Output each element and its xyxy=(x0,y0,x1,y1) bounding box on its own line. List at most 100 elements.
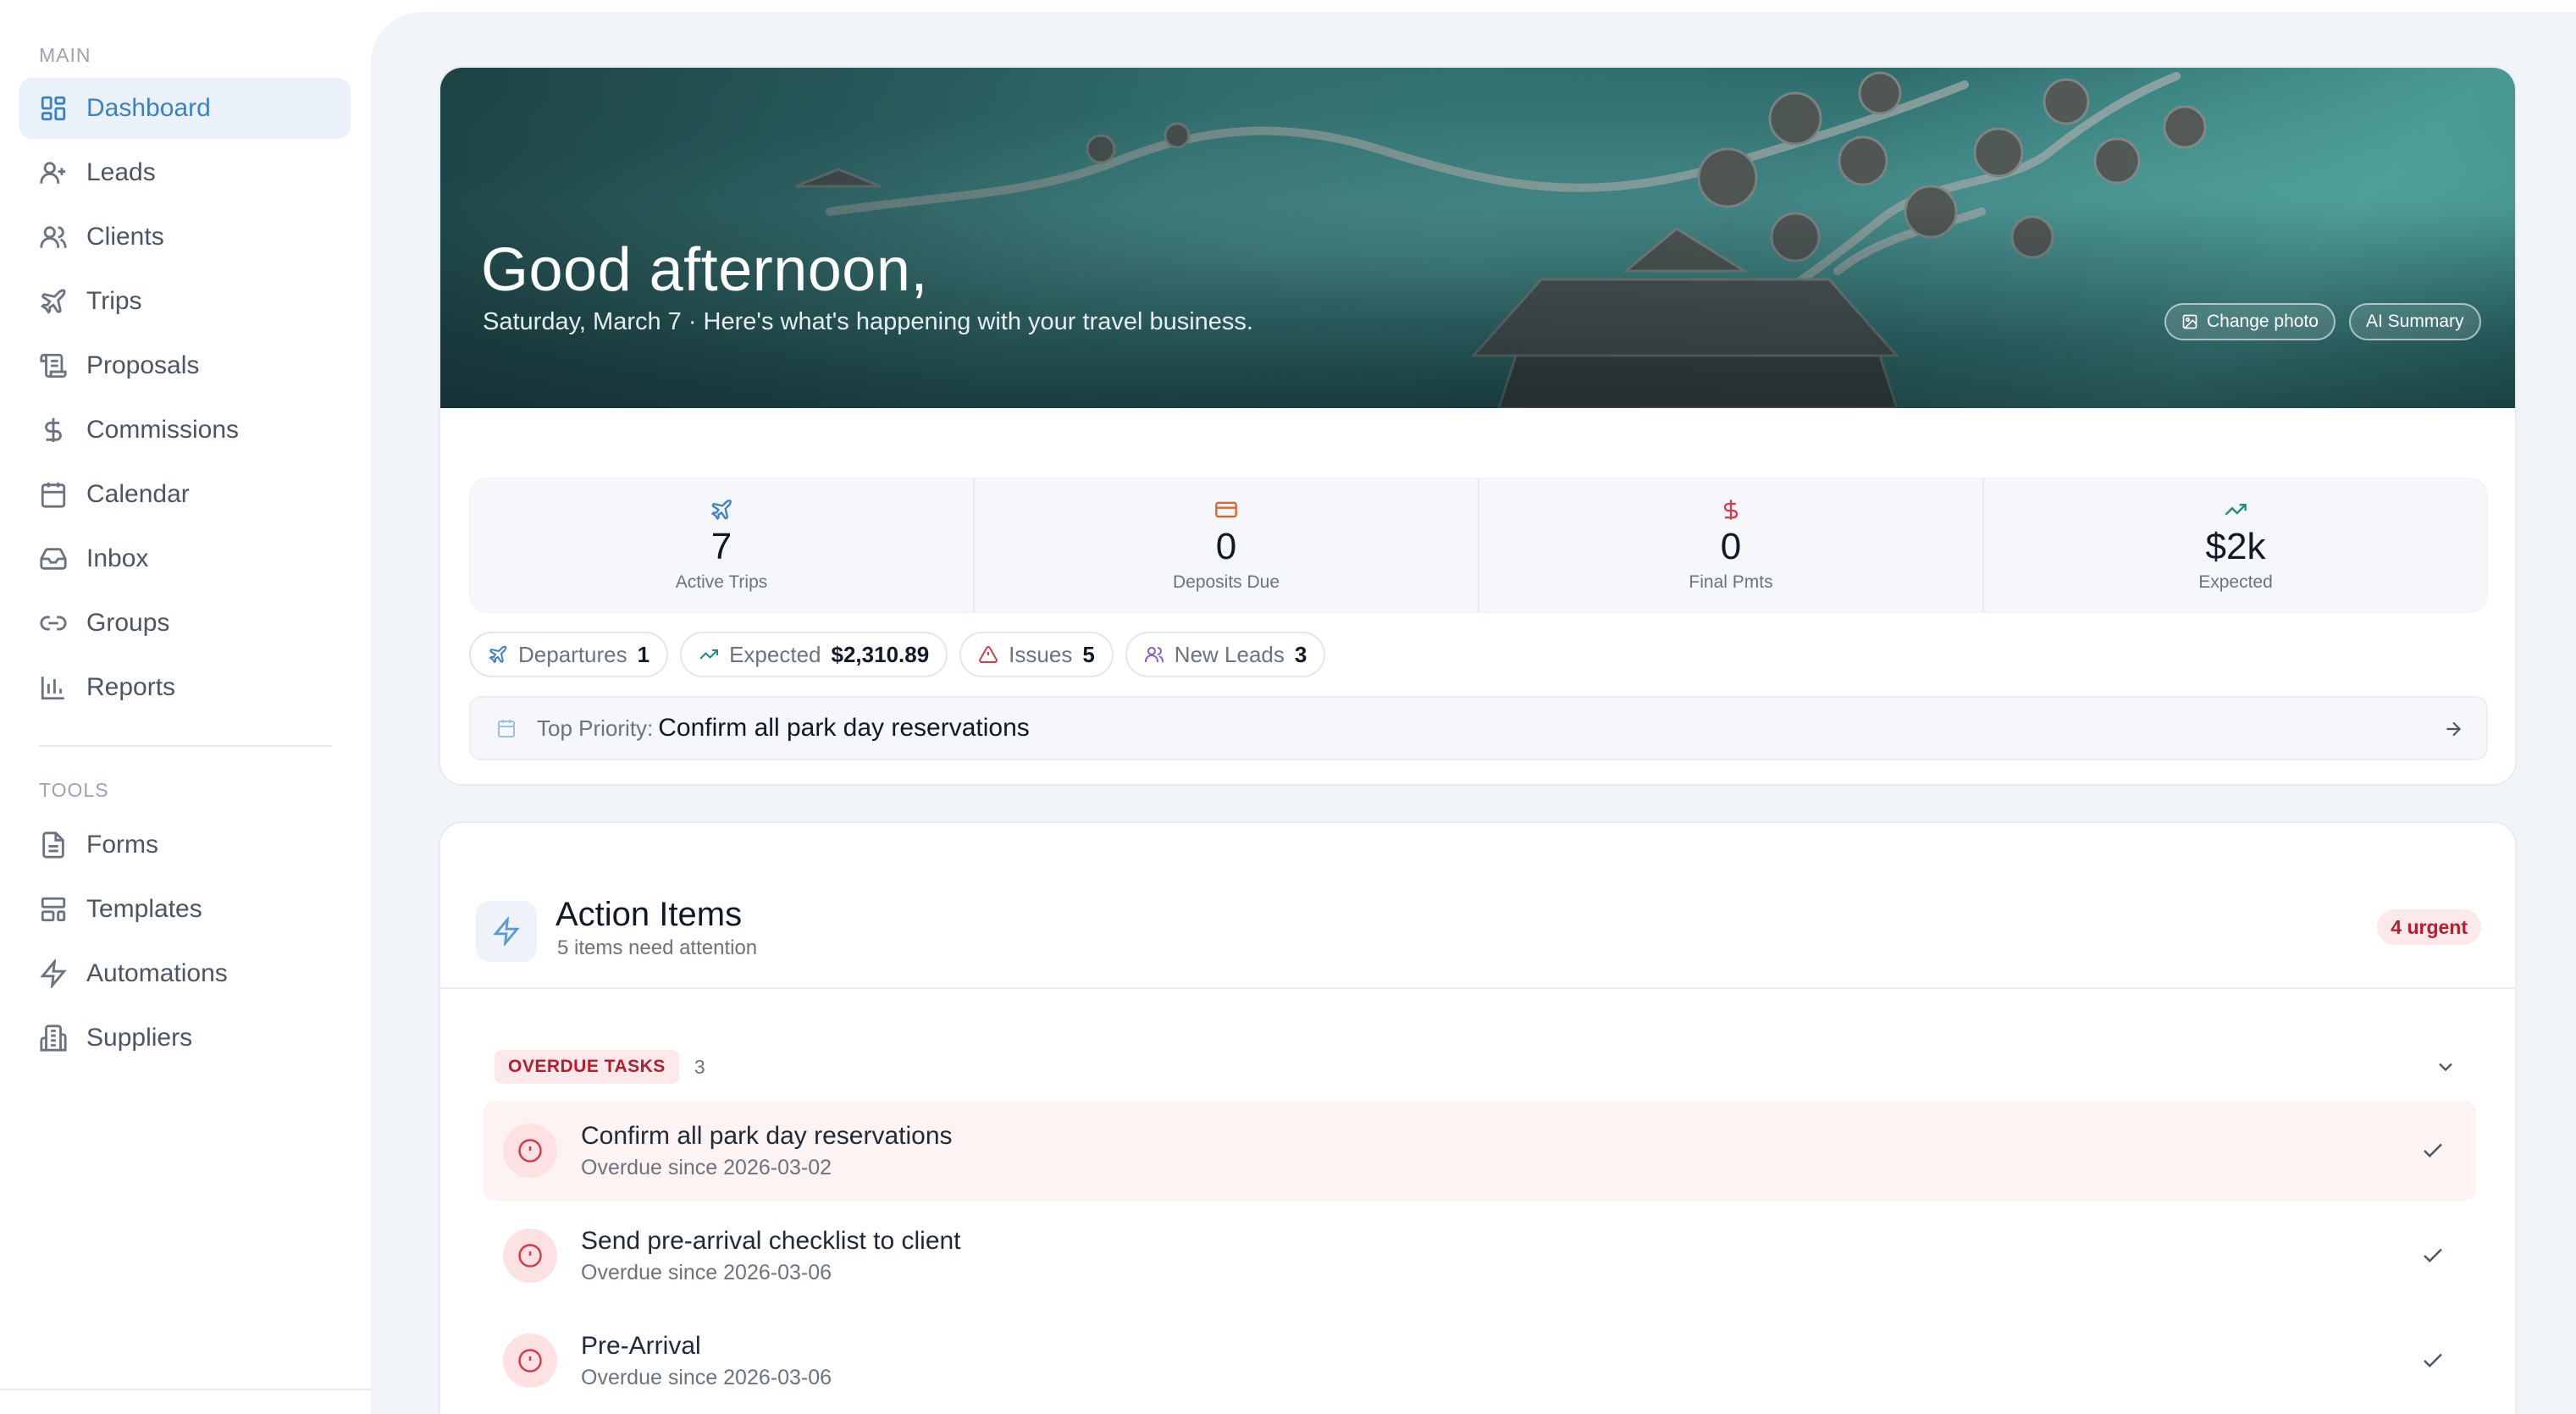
calendar-icon xyxy=(41,482,66,508)
dashboard-icon xyxy=(41,96,66,121)
action-items-card: Action Items 5 items need attention 4 ur… xyxy=(439,821,2517,1414)
arrow-right-icon[interactable] xyxy=(2442,718,2464,740)
sidebar-item-label: Trips xyxy=(86,287,142,315)
plane-icon xyxy=(41,289,66,314)
stat-value: $2k xyxy=(2205,525,2266,567)
change-photo-label: Change photo xyxy=(2207,312,2319,331)
pill-value: 5 xyxy=(1082,641,1095,667)
sidebar-item-label: Dashboard xyxy=(86,94,211,122)
ai-summary-label: AI Summary xyxy=(2366,312,2464,331)
pill-value: 1 xyxy=(637,641,650,667)
overdue-tasks-count: 3 xyxy=(694,1055,705,1078)
task-item[interactable]: Confirm all park day reservations Overdu… xyxy=(483,1101,2476,1201)
sidebar-item-label: Leads xyxy=(86,158,156,186)
stat-value: 0 xyxy=(1720,525,1742,567)
task-title: Send pre-arrival checklist to client xyxy=(581,1226,961,1255)
sidebar-item-forms[interactable]: Forms xyxy=(19,815,351,875)
pill-label: New Leads xyxy=(1174,641,1285,667)
alert-circle-icon xyxy=(518,1139,542,1163)
chevron-down-icon[interactable] xyxy=(2434,1055,2457,1079)
task-subtitle: Overdue since 2026-03-02 xyxy=(581,1155,832,1179)
sidebar-item-label: Forms xyxy=(86,831,158,859)
sidebar-item-templates[interactable]: Templates xyxy=(19,879,351,940)
check-icon[interactable] xyxy=(2420,1348,2446,1373)
bolt-icon xyxy=(40,959,67,988)
top-priority-bar[interactable]: Top Priority: Confirm all park day reser… xyxy=(469,696,2488,760)
task-title: Pre-Arrival xyxy=(581,1331,701,1360)
sidebar-item-clients[interactable]: Clients xyxy=(19,207,351,268)
pill-label: Departures xyxy=(518,641,627,667)
pill-issues[interactable]: Issues 5 xyxy=(959,632,1114,677)
sidebar-item-groups[interactable]: Groups xyxy=(19,593,351,654)
pill-expected[interactable]: Expected $2,310.89 xyxy=(680,632,948,677)
stat-active-trips[interactable]: 7 Active Trips xyxy=(470,478,975,612)
sidebar-item-calendar[interactable]: Calendar xyxy=(19,464,351,525)
check-icon[interactable] xyxy=(2420,1138,2446,1163)
stat-label: Expected xyxy=(2198,572,2273,593)
action-items-icon-box xyxy=(476,901,537,962)
overview-card: Good afternoon, Saturday, March 7 · Here… xyxy=(439,66,2517,786)
overdue-tasks-group[interactable]: OVERDUE TASKS 3 xyxy=(495,1050,705,1084)
sidebar-item-leads[interactable]: Leads xyxy=(19,142,351,203)
greeting-title: Good afternoon, xyxy=(481,236,928,304)
stat-label: Active Trips xyxy=(675,572,768,593)
sidebar-footer-divider xyxy=(0,1389,371,1390)
plane-icon xyxy=(489,645,507,664)
pill-label: Issues xyxy=(1009,641,1073,667)
sidebar-item-suppliers[interactable]: Suppliers xyxy=(19,1008,351,1069)
pill-departures[interactable]: Departures 1 xyxy=(469,632,669,677)
tools-section-label: TOOLS xyxy=(39,779,109,801)
stat-value: 0 xyxy=(1215,525,1237,567)
stat-value: 7 xyxy=(710,525,732,567)
task-status-icon xyxy=(503,1124,557,1178)
sidebar-item-proposals[interactable]: Proposals xyxy=(19,335,351,396)
sidebar-item-label: Suppliers xyxy=(86,1024,193,1052)
bolt-icon xyxy=(493,917,520,946)
main-section-label: MAIN xyxy=(39,44,91,66)
sidebar-item-automations[interactable]: Automations xyxy=(19,943,351,1004)
task-status-icon xyxy=(503,1229,557,1283)
pill-value: 3 xyxy=(1294,641,1307,667)
sidebar-item-label: Groups xyxy=(86,609,170,637)
stat-final-payments[interactable]: 0 Final Pmts xyxy=(1479,478,1984,612)
hero-banner: Good afternoon, Saturday, March 7 · Here… xyxy=(440,68,2515,408)
sidebar-item-dashboard[interactable]: Dashboard xyxy=(19,78,351,139)
check-icon[interactable] xyxy=(2420,1243,2446,1268)
credit-card-icon xyxy=(1215,501,1237,518)
trending-up-icon xyxy=(2225,503,2247,516)
link-icon xyxy=(40,616,67,631)
dollar-icon xyxy=(45,417,62,443)
users-icon xyxy=(1144,647,1164,662)
sidebar-item-commissions[interactable]: Commissions xyxy=(19,400,351,461)
sidebar-item-label: Reports xyxy=(86,673,176,701)
sidebar-item-label: Commissions xyxy=(86,416,240,444)
sidebar-item-trips[interactable]: Trips xyxy=(19,271,351,332)
stats-row: 7 Active Trips 0 Deposits Due 0 Final Pm… xyxy=(469,478,2488,613)
user-plus-icon xyxy=(40,162,66,184)
summary-pills: Departures 1 Expected $2,310.89 Issues 5… xyxy=(469,632,1326,677)
file-icon xyxy=(42,831,64,859)
alert-triangle-icon xyxy=(979,646,998,663)
action-items-title: Action Items xyxy=(556,896,743,933)
building-icon xyxy=(40,1025,67,1052)
stat-deposits-due[interactable]: 0 Deposits Due xyxy=(975,478,1479,612)
sidebar-item-label: Proposals xyxy=(86,351,200,379)
sidebar-item-reports[interactable]: Reports xyxy=(19,657,351,718)
ai-summary-button[interactable]: AI Summary xyxy=(2349,303,2481,340)
template-icon xyxy=(41,897,66,922)
sidebar-item-label: Inbox xyxy=(86,544,149,572)
users-icon xyxy=(40,226,67,248)
top-priority-label: Top Priority: xyxy=(537,715,654,741)
inbox-icon xyxy=(40,548,67,570)
sidebar-divider xyxy=(39,745,332,747)
change-photo-button[interactable]: Change photo xyxy=(2164,303,2336,340)
sidebar-item-label: Calendar xyxy=(86,480,190,508)
task-item[interactable]: Pre-Arrival Overdue since 2026-03-06 xyxy=(483,1311,2476,1411)
stat-label: Final Pmts xyxy=(1689,572,1773,593)
sidebar-item-label: Clients xyxy=(86,223,164,251)
pill-new-leads[interactable]: New Leads 3 xyxy=(1125,632,1326,677)
sidebar-item-inbox[interactable]: Inbox xyxy=(19,528,351,589)
action-items-header: Action Items 5 items need attention 4 ur… xyxy=(440,823,2515,989)
stat-expected[interactable]: $2k Expected xyxy=(1984,478,2487,612)
task-item[interactable]: Send pre-arrival checklist to client Ove… xyxy=(483,1206,2476,1306)
